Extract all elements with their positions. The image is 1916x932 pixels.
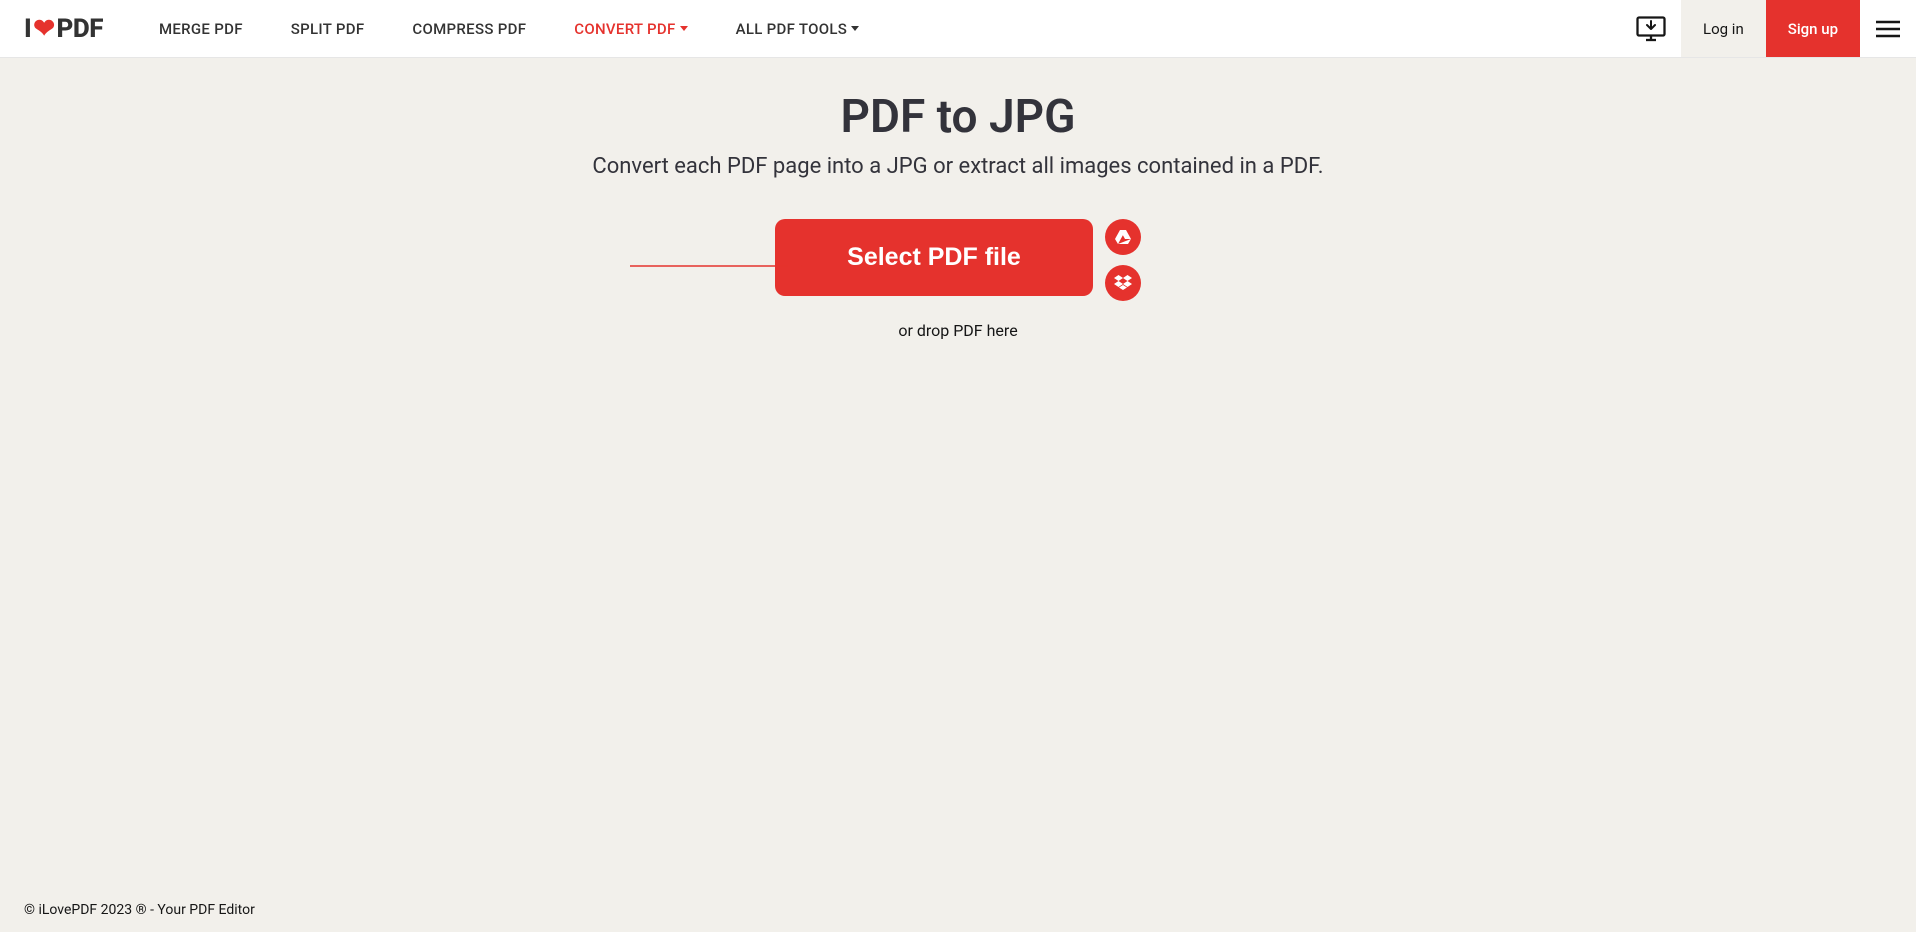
- login-button[interactable]: Log in: [1681, 0, 1766, 57]
- chevron-down-icon: [680, 26, 688, 31]
- heart-icon: ❤: [33, 14, 54, 44]
- footer-text: © iLovePDF 2023 ® - Your PDF Editor: [24, 902, 255, 918]
- logo[interactable]: I ❤ PDF: [24, 14, 103, 44]
- page-title: PDF to JPG: [840, 90, 1075, 144]
- file-picker-row: Select PDF file: [775, 219, 1141, 301]
- dropbox-button[interactable]: [1105, 265, 1141, 301]
- nav-label: CONVERT PDF: [574, 20, 675, 38]
- nav-compress-pdf[interactable]: COMPRESS PDF: [412, 20, 526, 38]
- select-pdf-button[interactable]: Select PDF file: [775, 219, 1093, 296]
- nav-label: SPLIT PDF: [291, 20, 365, 38]
- signup-button[interactable]: Sign up: [1766, 0, 1860, 57]
- menu-button[interactable]: [1860, 0, 1916, 57]
- dropbox-icon: [1114, 275, 1132, 291]
- page-subtitle: Convert each PDF page into a JPG or extr…: [592, 154, 1323, 179]
- desktop-download-icon: [1636, 16, 1666, 42]
- nav-convert-pdf[interactable]: CONVERT PDF: [574, 20, 687, 38]
- signup-label: Sign up: [1788, 20, 1838, 38]
- nav-label: ALL PDF TOOLS: [736, 20, 848, 38]
- nav-all-pdf-tools[interactable]: ALL PDF TOOLS: [736, 20, 860, 38]
- desktop-app-button[interactable]: [1621, 0, 1681, 57]
- nav-label: MERGE PDF: [159, 20, 243, 38]
- logo-text-suffix: PDF: [57, 14, 103, 44]
- chevron-down-icon: [851, 26, 859, 31]
- drop-hint: or drop PDF here: [898, 321, 1017, 340]
- hamburger-icon: [1876, 20, 1900, 38]
- google-drive-button[interactable]: [1105, 219, 1141, 255]
- google-drive-icon: [1114, 229, 1132, 245]
- login-label: Log in: [1703, 20, 1744, 38]
- cloud-source-buttons: [1105, 219, 1141, 301]
- main-nav: MERGE PDF SPLIT PDF COMPRESS PDF CONVERT…: [159, 20, 859, 38]
- site-footer: © iLovePDF 2023 ® - Your PDF Editor: [0, 888, 1916, 932]
- logo-text-prefix: I: [24, 14, 31, 44]
- nav-label: COMPRESS PDF: [412, 20, 526, 38]
- nav-merge-pdf[interactable]: MERGE PDF: [159, 20, 243, 38]
- header-right: Log in Sign up: [1621, 0, 1916, 57]
- nav-split-pdf[interactable]: SPLIT PDF: [291, 20, 365, 38]
- main-content: PDF to JPG Convert each PDF page into a …: [0, 58, 1916, 888]
- site-header: I ❤ PDF MERGE PDF SPLIT PDF COMPRESS PDF…: [0, 0, 1916, 58]
